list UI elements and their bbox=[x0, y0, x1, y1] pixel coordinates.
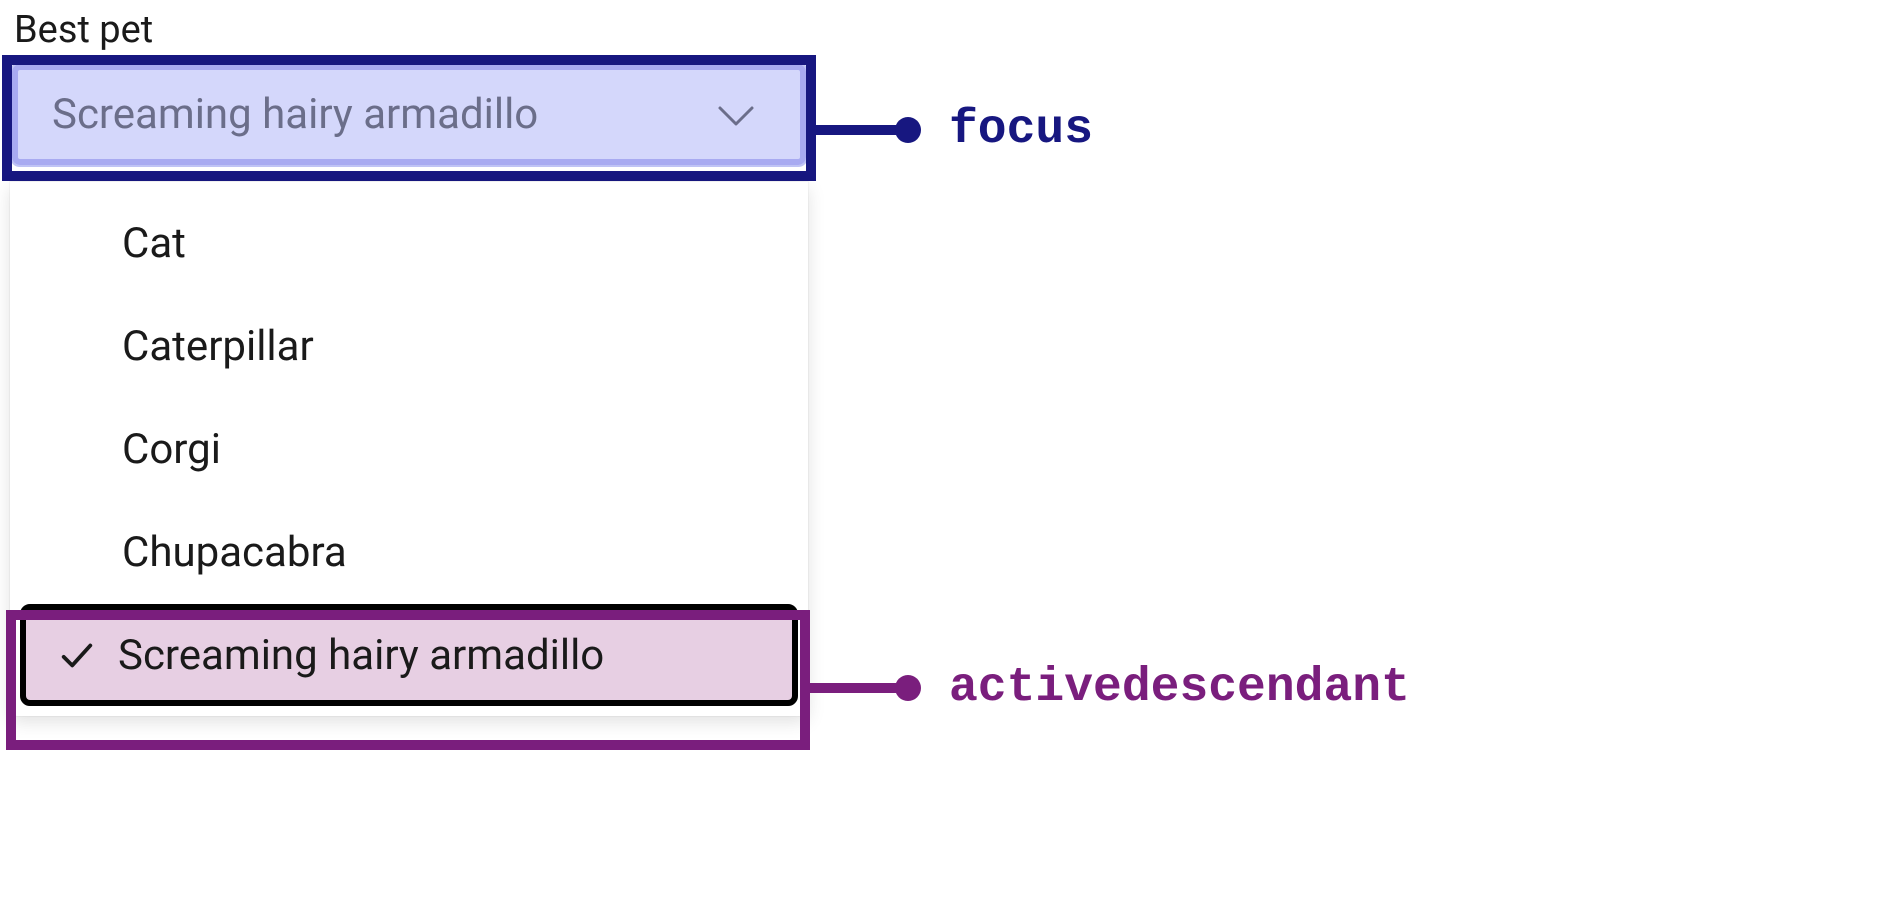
annotation-activedescendant: activedescendant bbox=[808, 661, 1410, 715]
check-icon bbox=[58, 636, 96, 674]
combobox-selected-value: Screaming hairy armadillo bbox=[52, 90, 538, 139]
option-cat[interactable]: Cat bbox=[10, 192, 808, 295]
callout-line bbox=[814, 125, 896, 135]
combobox-wrap: Screaming hairy armadillo bbox=[10, 62, 808, 167]
annotation-focus: focus bbox=[814, 103, 1093, 157]
callout-line bbox=[808, 683, 896, 693]
callout-dot-icon bbox=[895, 117, 921, 143]
option-corgi[interactable]: Corgi bbox=[10, 398, 808, 501]
option-label: Chupacabra bbox=[122, 528, 347, 577]
combobox-button[interactable]: Screaming hairy armadillo bbox=[10, 62, 808, 167]
option-label: Caterpillar bbox=[122, 322, 314, 371]
chevron-down-icon bbox=[716, 100, 756, 130]
annotation-activedescendant-label: activedescendant bbox=[949, 661, 1410, 715]
option-label: Cat bbox=[122, 219, 186, 268]
annotation-focus-label: focus bbox=[949, 103, 1093, 157]
option-label: Screaming hairy armadillo bbox=[118, 631, 604, 680]
callout-dot-icon bbox=[895, 675, 921, 701]
diagram-stage: Best pet Screaming hairy armadillo Cat C… bbox=[0, 0, 1888, 920]
option-caterpillar[interactable]: Caterpillar bbox=[10, 295, 808, 398]
option-chupacabra[interactable]: Chupacabra bbox=[10, 501, 808, 604]
option-label: Corgi bbox=[122, 425, 221, 474]
listbox-popup: Cat Caterpillar Corgi Chupacabra Screami… bbox=[10, 182, 808, 716]
field-label: Best pet bbox=[14, 8, 153, 54]
option-screaming-hairy-armadillo[interactable]: Screaming hairy armadillo bbox=[20, 604, 798, 706]
